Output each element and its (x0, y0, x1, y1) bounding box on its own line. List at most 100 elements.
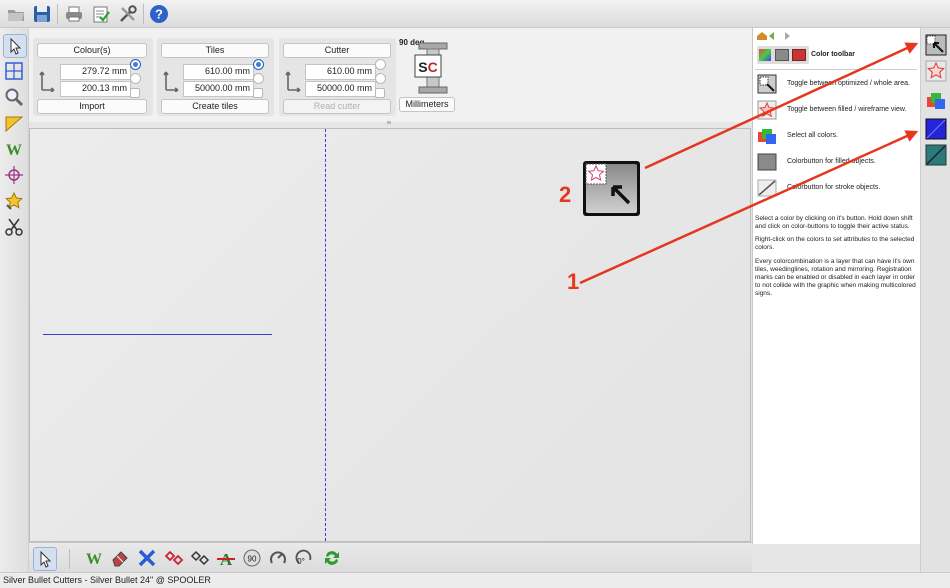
scissors-icon (5, 218, 23, 236)
rotate-90-icon: 90 (243, 549, 261, 567)
eraser-button[interactable] (109, 547, 131, 569)
outline-diamonds-icon (190, 550, 210, 566)
left-toolbox: W (0, 28, 29, 572)
colours-height-field[interactable]: 200.13 mm (60, 81, 131, 97)
colours-radio-selected[interactable] (130, 59, 141, 70)
tiles-radio[interactable] (253, 73, 264, 84)
all-colors-icon (927, 93, 945, 109)
axis-icon (285, 71, 301, 92)
blue-color-layer-button[interactable] (925, 118, 947, 140)
checklist-icon (93, 6, 110, 23)
select-arrow-icon (40, 550, 52, 568)
colours-button[interactable]: Colour(s) (37, 43, 147, 58)
splitter-handle[interactable] (387, 121, 391, 124)
axis-icon (39, 71, 55, 92)
measure-tool[interactable] (3, 112, 25, 134)
cutter-radio[interactable] (375, 73, 386, 84)
cut-tool[interactable] (3, 216, 25, 238)
bottom-toolbar: W A 90 0° (29, 542, 752, 572)
optimized-area-icon (757, 74, 777, 94)
save-file-button[interactable] (31, 3, 53, 25)
tiles-radio-selected[interactable] (253, 59, 264, 70)
home-icon[interactable] (756, 31, 768, 41)
rotate-0-icon: 0° (295, 549, 312, 566)
stroke-color-icon (925, 144, 947, 166)
help-paragraph-select: Select a color by clicking on it's butto… (755, 215, 913, 230)
all-colors-icon (758, 129, 776, 144)
zoom-tool[interactable] (3, 86, 25, 108)
delete-button[interactable] (136, 547, 158, 569)
forward-arrow-icon[interactable] (780, 32, 790, 40)
help-item-filled-wireframe: Toggle between filled / wireframe view. (757, 100, 917, 122)
callout-number-2: 2 (559, 182, 572, 207)
read-cutter-button[interactable]: Read cutter (283, 99, 391, 114)
tiles-checkbox[interactable] (253, 88, 263, 98)
eraser-icon (112, 551, 128, 567)
cutter-radio[interactable] (375, 59, 386, 70)
checklist-button[interactable] (90, 3, 112, 25)
tiles-width-field[interactable]: 610.00 mm (183, 64, 254, 80)
help-item-stroke-color: Colorbutton for stroke objects. (757, 178, 917, 200)
colours-panel: Colour(s) 279.72 mm 200.13 mm Import (33, 38, 153, 116)
refresh-button[interactable] (321, 547, 343, 569)
cutter-checkbox[interactable] (375, 88, 385, 98)
cutter-height-field[interactable]: 50000.00 mm (305, 81, 376, 97)
svg-text:?: ? (155, 7, 163, 22)
weed-button[interactable]: W (83, 547, 105, 569)
status-bar: Silver Bullet Cutters - Silver Bullet 24… (0, 572, 950, 588)
pointer-arrow-icon (611, 185, 631, 205)
cutter-machine-icon[interactable]: SC (413, 41, 453, 95)
rotate-0-button[interactable]: 0° (293, 547, 315, 569)
print-button[interactable] (63, 3, 85, 25)
help-icon: ? (150, 5, 168, 23)
help-paragraph-layers: Every colorcombination is a layer that c… (755, 258, 916, 297)
select-arrow-icon (10, 37, 22, 55)
help-button[interactable]: ? (148, 3, 170, 25)
design-canvas[interactable]: 2 1 (29, 128, 751, 542)
colours-checkbox[interactable] (130, 88, 140, 98)
bottom-select-button[interactable] (33, 547, 57, 571)
refresh-arrows-icon (325, 551, 339, 565)
settings-tools-button[interactable] (117, 3, 139, 25)
outline-marks-button[interactable] (189, 547, 211, 569)
printer-icon (66, 6, 82, 22)
select-tool[interactable] (3, 34, 27, 58)
mirror-dial-icon (270, 551, 286, 564)
tiles-height-field[interactable]: 50000.00 mm (183, 81, 254, 97)
back-arrow-icon[interactable] (769, 32, 779, 40)
toggle-filled-wireframe-button[interactable] (925, 60, 947, 82)
ruler-icon (5, 116, 24, 133)
color-toolbar-strip (920, 28, 950, 572)
colours-width-field[interactable]: 279.72 mm (60, 64, 131, 80)
weed-tool[interactable]: W (3, 138, 25, 160)
toggle-optimized-area-button[interactable] (925, 34, 947, 56)
strike-a-icon: A (217, 550, 235, 568)
open-file-button[interactable] (5, 3, 27, 25)
units-button[interactable]: Millimeters (399, 97, 455, 112)
star-outline-icon (585, 163, 607, 185)
crosshair-icon (5, 166, 23, 184)
mirror-button[interactable] (267, 547, 289, 569)
import-button[interactable]: Import (37, 99, 147, 114)
registration-tool[interactable] (3, 164, 25, 186)
svg-text:W: W (6, 142, 22, 159)
help-paragraph-rightclick: Right-click on the colors to set attribu… (755, 236, 915, 251)
stroke-color-layer-button[interactable] (925, 144, 947, 166)
save-icon (34, 6, 50, 22)
registration-marks-button[interactable] (163, 547, 185, 569)
select-all-colors-button[interactable] (925, 90, 947, 112)
colours-radio[interactable] (130, 73, 141, 84)
graphic-line[interactable] (43, 334, 272, 335)
magnifier-icon (5, 88, 24, 107)
filled-wireframe-icon (925, 60, 947, 82)
help-item-optimized: Toggle between optimized / whole area. (757, 74, 917, 96)
shape-tool[interactable] (3, 190, 25, 212)
tile-tool[interactable] (3, 60, 25, 82)
rotate-90-button[interactable]: 90 (241, 547, 263, 569)
create-tiles-button[interactable]: Create tiles (161, 99, 269, 114)
tile-boundary-guide (325, 129, 326, 541)
cutter-width-field[interactable]: 610.00 mm (305, 64, 376, 80)
cutter-button[interactable]: Cutter (283, 43, 391, 58)
text-weed-button[interactable]: A (215, 547, 237, 569)
tiles-button[interactable]: Tiles (161, 43, 269, 58)
